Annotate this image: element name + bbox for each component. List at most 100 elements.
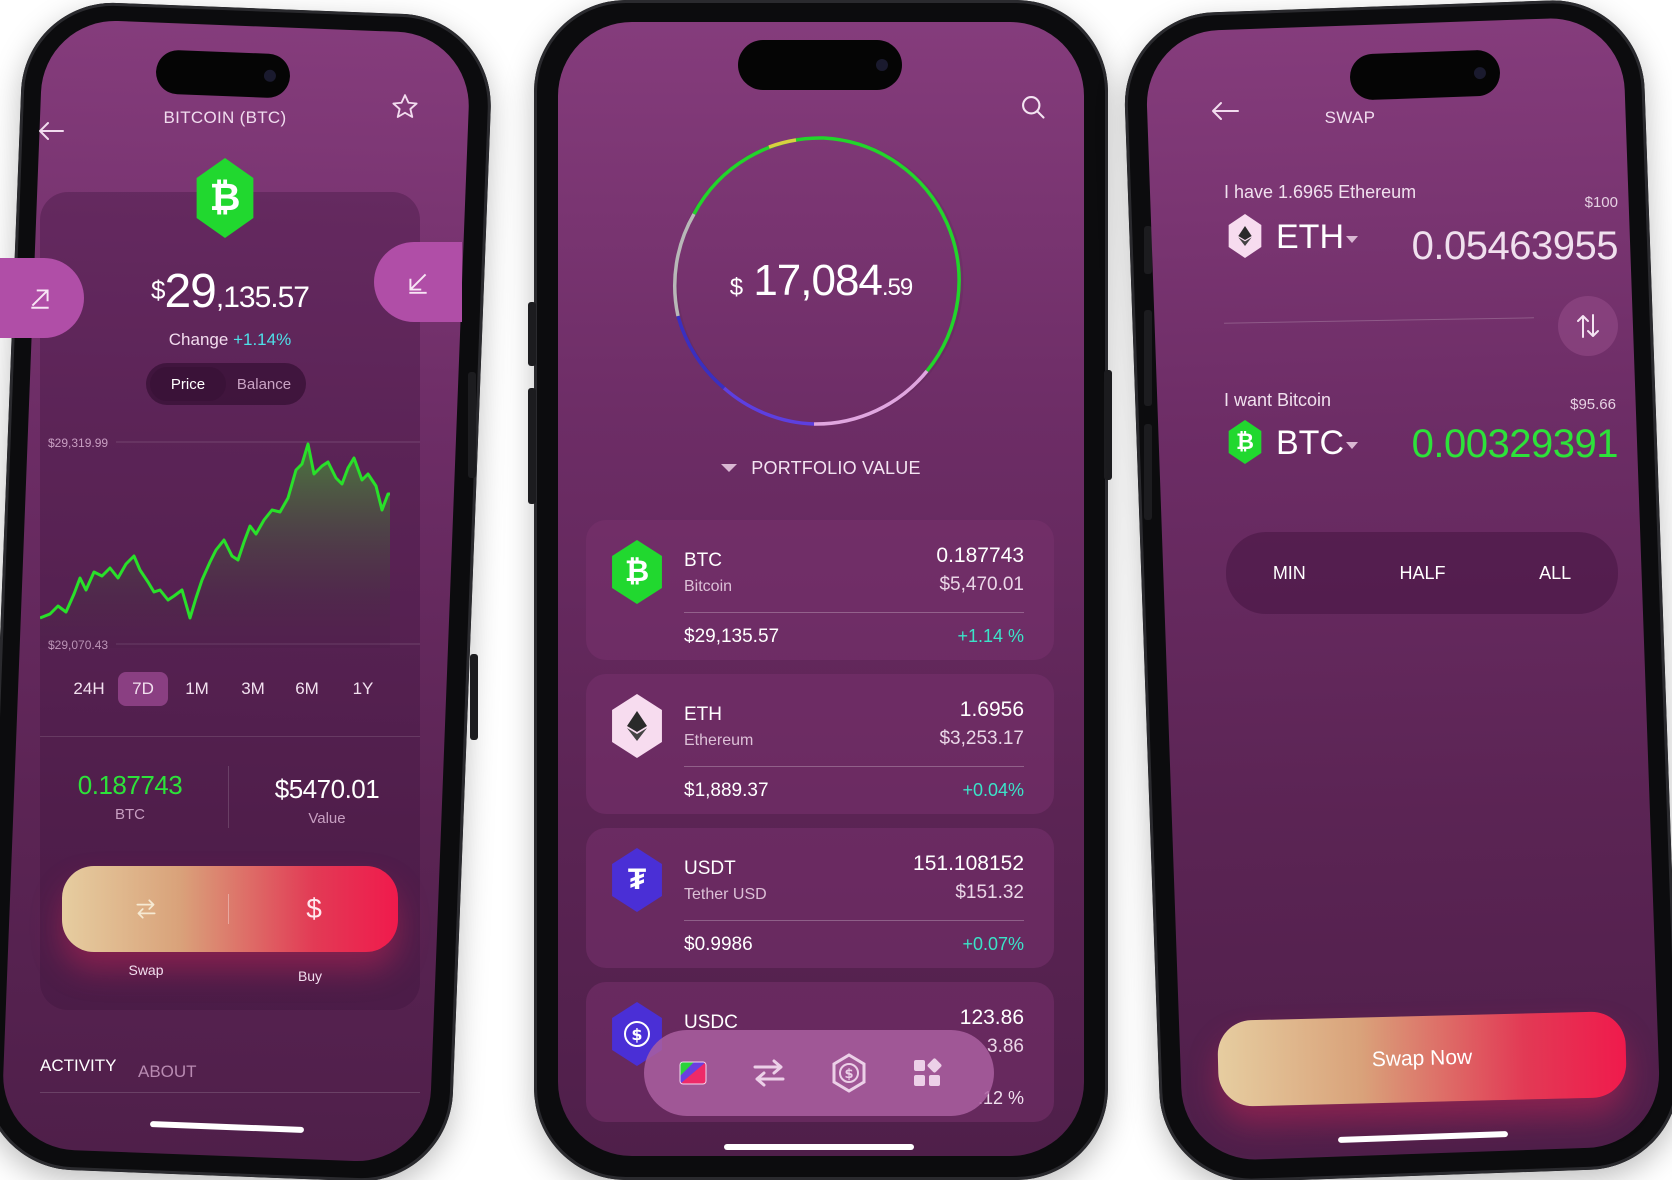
nav-wallet[interactable] bbox=[672, 1052, 714, 1094]
have-amount[interactable]: 0.05463955 bbox=[1380, 224, 1619, 269]
asset-price: $29,135.57 bbox=[684, 626, 780, 647]
price-integer: 29 bbox=[164, 265, 216, 318]
donut-segment-usdt bbox=[722, 386, 815, 426]
want-label: I want Bitcoin bbox=[1224, 390, 1332, 410]
svg-text:$: $ bbox=[631, 1025, 642, 1044]
asset-value: $151.32 bbox=[955, 882, 1024, 903]
page-title: BITCOIN (BTC) bbox=[163, 108, 287, 127]
apps-grid-icon bbox=[914, 1058, 942, 1086]
dollar-icon: $ bbox=[306, 893, 322, 924]
asset-amount: 1.6956 bbox=[959, 698, 1024, 721]
bar-divider bbox=[228, 894, 229, 924]
divider bbox=[228, 766, 229, 828]
asset-amount: 0.187743 bbox=[936, 544, 1024, 567]
holding-unit: BTC bbox=[115, 806, 145, 823]
holding-amount: 0.187743 bbox=[77, 770, 183, 800]
tab-activity[interactable]: ACTIVITY bbox=[40, 1056, 117, 1076]
volume-button bbox=[1144, 310, 1152, 406]
bottom-nav: $ bbox=[644, 1030, 994, 1116]
chart-area bbox=[40, 444, 390, 648]
volume-button bbox=[1144, 424, 1152, 520]
preset-min[interactable]: MIN bbox=[1273, 563, 1306, 584]
toggle-price[interactable]: Price bbox=[150, 367, 226, 401]
nav-earn[interactable]: $ bbox=[828, 1050, 870, 1096]
want-amount[interactable]: 0.00329391 bbox=[1380, 422, 1619, 467]
range-1y[interactable]: 1Y bbox=[338, 672, 388, 706]
asset-price: $0.9986 bbox=[684, 934, 753, 955]
search-icon[interactable] bbox=[1016, 90, 1050, 124]
flip-swap-button[interactable] bbox=[1558, 296, 1618, 356]
have-symbol[interactable]: ETH bbox=[1276, 218, 1344, 257]
amount-presets: MIN HALF ALL bbox=[1226, 532, 1618, 614]
have-usd: $100 bbox=[1584, 194, 1618, 211]
change-label: Change bbox=[168, 330, 229, 349]
asset-divider bbox=[684, 920, 1024, 921]
swap-label: Swap bbox=[128, 962, 164, 978]
asset-change: +1.14 % bbox=[957, 626, 1024, 646]
range-3m[interactable]: 3M bbox=[228, 672, 278, 706]
swap-vertical-icon bbox=[1577, 314, 1599, 338]
power-button bbox=[1104, 370, 1112, 480]
dynamic-island bbox=[1349, 49, 1501, 101]
asset-amount: 151.108152 bbox=[913, 852, 1024, 875]
portfolio-value-label[interactable]: PORTFOLIO VALUE bbox=[558, 458, 1084, 479]
change-value: +1.14% bbox=[233, 330, 292, 349]
tab-underline bbox=[40, 1092, 420, 1093]
chevron-down-icon[interactable] bbox=[1346, 236, 1358, 243]
power-button bbox=[468, 372, 476, 478]
range-24h[interactable]: 24H bbox=[64, 672, 114, 706]
preset-all[interactable]: ALL bbox=[1539, 563, 1571, 584]
tab-about[interactable]: ABOUT bbox=[138, 1062, 197, 1082]
swap-arrows-icon bbox=[753, 1059, 785, 1087]
want-usd: $95.66 bbox=[1570, 396, 1616, 413]
price-currency: $ bbox=[151, 275, 166, 305]
nav-swap[interactable] bbox=[748, 1052, 790, 1094]
volume-button bbox=[528, 302, 536, 366]
asset-divider bbox=[684, 766, 1024, 767]
range-6m[interactable]: 6M bbox=[282, 672, 332, 706]
swap-arrows-icon bbox=[136, 899, 156, 919]
price-balance-toggle: Price Balance bbox=[146, 363, 306, 405]
asset-row[interactable]: ₿ BTC Bitcoin 0.187743 $5,470.01 $29,135… bbox=[586, 520, 1054, 660]
asset-row[interactable]: ₮ USDT Tether USD 151.108152 $151.32 $0.… bbox=[586, 828, 1054, 968]
ethereum-logo-icon bbox=[612, 694, 662, 758]
star-icon[interactable] bbox=[388, 90, 422, 124]
holding-value: $5470.01 bbox=[274, 774, 380, 804]
asset-row[interactable]: ETH Ethereum 1.6956 $3,253.17 $1,889.37 … bbox=[586, 674, 1054, 814]
preset-half[interactable]: HALF bbox=[1399, 563, 1445, 584]
swap-button[interactable] bbox=[62, 866, 230, 952]
volume-button bbox=[528, 434, 536, 504]
dynamic-island bbox=[155, 49, 291, 99]
asset-name: Ethereum bbox=[684, 732, 754, 749]
price-fraction: ,135.57 bbox=[215, 281, 310, 314]
nav-apps[interactable] bbox=[906, 1052, 948, 1094]
asset-value: $3,253.17 bbox=[939, 728, 1024, 749]
asset-symbol: BTC bbox=[684, 550, 722, 571]
asset-name: Tether USD bbox=[684, 886, 767, 903]
donut-segment-btc bbox=[823, 136, 961, 373]
range-7d[interactable]: 7D bbox=[118, 672, 168, 706]
asset-symbol: USDT bbox=[684, 858, 736, 879]
price-chart bbox=[40, 441, 420, 648]
asset-name: Bitcoin bbox=[684, 578, 733, 595]
swap-buy-bar: $ bbox=[62, 866, 398, 952]
asset-value: 3.86 bbox=[987, 1036, 1024, 1057]
total-currency: $ bbox=[729, 274, 743, 301]
portfolio-label-text: PORTFOLIO VALUE bbox=[751, 458, 921, 478]
swap-now-button[interactable]: Swap Now bbox=[1217, 1011, 1627, 1107]
donut-segment-eth bbox=[813, 369, 929, 426]
toggle-balance[interactable]: Balance bbox=[226, 367, 302, 401]
total-decimal: .59 bbox=[881, 274, 913, 301]
want-symbol[interactable]: BTC bbox=[1276, 424, 1344, 463]
dynamic-island bbox=[738, 40, 902, 90]
svg-text:$: $ bbox=[844, 1067, 853, 1082]
donut-segment-yellow bbox=[768, 138, 797, 149]
chevron-down-icon[interactable] bbox=[1346, 442, 1358, 449]
asset-symbol: ETH bbox=[684, 704, 722, 725]
side-button bbox=[470, 654, 478, 740]
buy-button[interactable]: $ bbox=[230, 866, 398, 952]
divider bbox=[40, 736, 420, 737]
buy-label: Buy bbox=[297, 968, 323, 984]
range-1m[interactable]: 1M bbox=[172, 672, 222, 706]
coin-price: $29,135.57 bbox=[40, 264, 420, 319]
